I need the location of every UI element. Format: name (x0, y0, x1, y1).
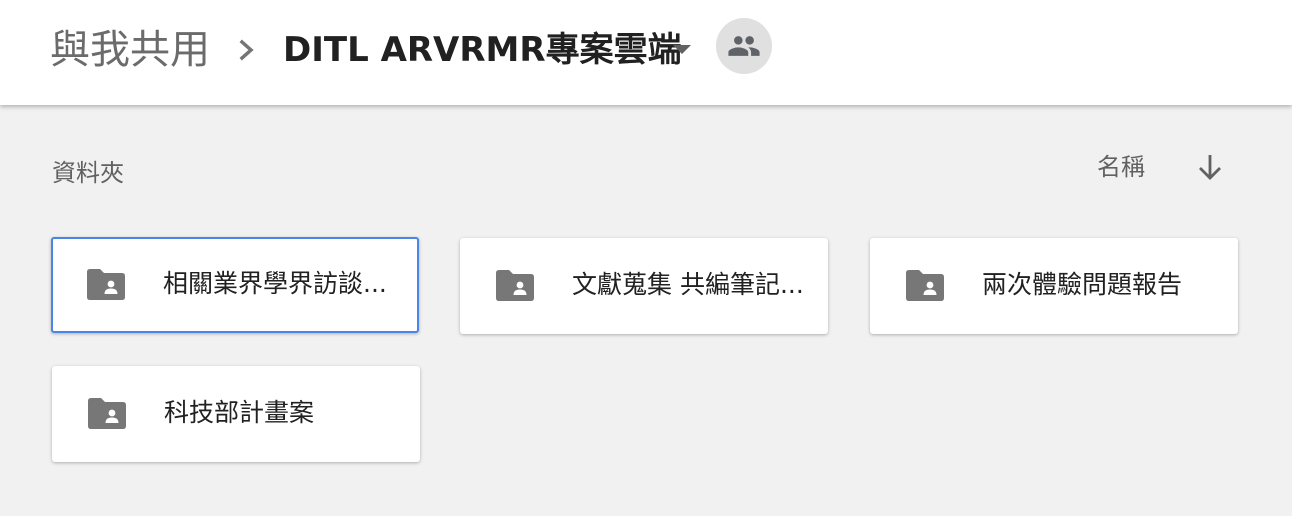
top-bar: 與我共用 DITL ARVRMR專案雲端 (0, 0, 1292, 105)
folder-card[interactable]: 兩次體驗問題報告 (870, 238, 1238, 334)
arrow-drop-down-icon[interactable] (671, 41, 693, 57)
folder-name: 兩次體驗問題報告 (982, 270, 1183, 299)
folder-card[interactable]: 科技部計畫案 (52, 366, 420, 462)
folder-name: 文獻蒐集 共編筆記... (572, 270, 804, 299)
arrow-downward-icon[interactable] (1195, 151, 1225, 183)
sort-by-name-button[interactable]: 名稱 (1097, 151, 1145, 183)
folder-name: 相關業界學界訪談... (163, 269, 387, 298)
folders-section-label: 資料夾 (52, 159, 124, 187)
folder-card[interactable]: 文獻蒐集 共編筆記... (460, 238, 828, 334)
shared-users-button[interactable] (716, 18, 772, 74)
shared-folder-icon (87, 269, 125, 300)
breadcrumb-root[interactable]: 與我共用 (50, 26, 210, 74)
people-icon (728, 36, 760, 56)
chevron-right-icon (239, 39, 254, 61)
shared-folder-icon (496, 270, 534, 301)
folder-card[interactable]: 相關業界學界訪談... (51, 237, 419, 333)
breadcrumb-current-folder[interactable]: DITL ARVRMR專案雲端 (283, 28, 682, 72)
shared-folder-icon (88, 398, 126, 429)
folder-name: 科技部計畫案 (164, 398, 315, 427)
shared-folder-icon (906, 270, 944, 301)
